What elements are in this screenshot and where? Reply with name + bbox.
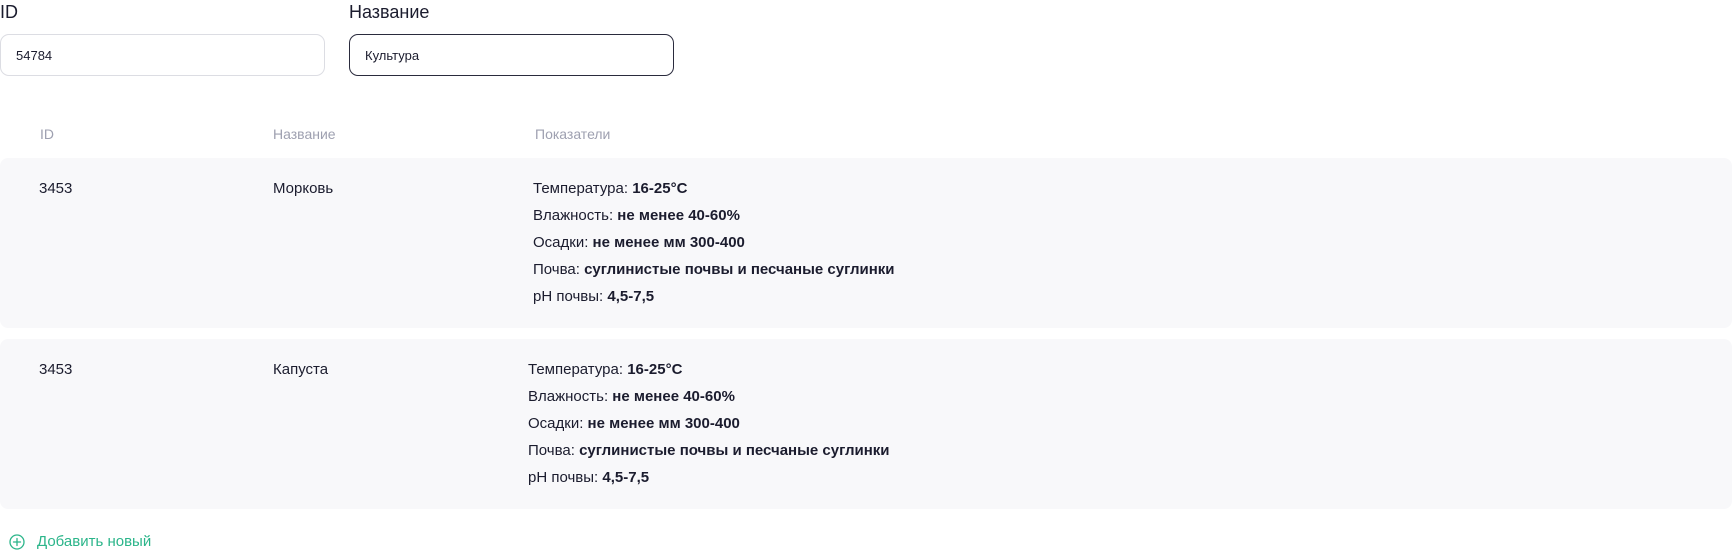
- table-row[interactable]: 3453 Капуста Температура: 16-25°C Влажно…: [0, 339, 1732, 509]
- name-filter-label: Название: [349, 2, 430, 22]
- metric-label: Влажность:: [528, 388, 609, 405]
- metric-label: pH почвы:: [533, 288, 604, 305]
- column-header-metrics: Показатели: [535, 126, 611, 142]
- metric-label: Почва:: [528, 442, 575, 459]
- metric-precipitation: Осадки: не менее мм 300-400: [528, 414, 890, 441]
- plus-circle-icon: [9, 533, 25, 550]
- culture-page: ID Название ID Название Показатели 3453 …: [0, 0, 1732, 552]
- metric-value: суглинистые почвы и песчаные суглинки: [579, 442, 890, 459]
- metric-soil: Почва: суглинистые почвы и песчаные сугл…: [528, 441, 890, 468]
- metric-value: суглинистые почвы и песчаные суглинки: [584, 261, 895, 278]
- metric-value: не менее 40-60%: [612, 388, 735, 405]
- metric-value: не менее мм 300-400: [592, 234, 745, 251]
- metric-label: Почва:: [533, 261, 580, 278]
- metric-soil-ph: pH почвы: 4,5-7,5: [528, 468, 890, 495]
- table-row[interactable]: 3453 Морковь Температура: 16-25°C Влажно…: [0, 158, 1732, 328]
- row-id: 3453: [39, 361, 73, 378]
- metric-soil: Почва: суглинистые почвы и песчаные сугл…: [533, 260, 895, 287]
- metrics-list: Температура: 16-25°C Влажность: не менее…: [533, 179, 895, 314]
- metric-humidity: Влажность: не менее 40-60%: [533, 206, 895, 233]
- metric-value: не менее мм 300-400: [587, 415, 740, 432]
- metric-value: 16-25°C: [632, 180, 688, 197]
- metric-temperature: Температура: 16-25°C: [533, 179, 895, 206]
- metric-soil-ph: pH почвы: 4,5-7,5: [533, 287, 895, 314]
- id-input[interactable]: [0, 34, 325, 76]
- metric-label: pH почвы:: [528, 469, 599, 486]
- row-name: Капуста: [273, 361, 329, 378]
- metric-label: Температура:: [528, 361, 624, 378]
- add-new-button[interactable]: Добавить новый: [9, 533, 151, 550]
- metric-value: 16-25°C: [627, 361, 683, 378]
- metric-precipitation: Осадки: не менее мм 300-400: [533, 233, 895, 260]
- column-header-name: Название: [273, 126, 336, 142]
- id-filter-label: ID: [0, 2, 18, 22]
- table-header: ID Название Показатели: [0, 126, 1732, 146]
- column-header-id: ID: [40, 126, 54, 142]
- metric-label: Температура:: [533, 180, 629, 197]
- metric-label: Осадки:: [528, 415, 584, 432]
- metric-humidity: Влажность: не менее 40-60%: [528, 387, 890, 414]
- metric-label: Влажность:: [533, 207, 614, 224]
- metric-value: не менее 40-60%: [617, 207, 740, 224]
- metric-temperature: Температура: 16-25°C: [528, 360, 890, 387]
- row-id: 3453: [39, 180, 73, 197]
- metrics-list: Температура: 16-25°C Влажность: не менее…: [528, 360, 890, 495]
- metric-value: 4,5-7,5: [602, 469, 650, 486]
- metric-label: Осадки:: [533, 234, 589, 251]
- name-input[interactable]: [349, 34, 674, 76]
- metric-value: 4,5-7,5: [607, 288, 655, 305]
- row-name: Морковь: [273, 180, 334, 197]
- add-new-label: Добавить новый: [37, 533, 152, 550]
